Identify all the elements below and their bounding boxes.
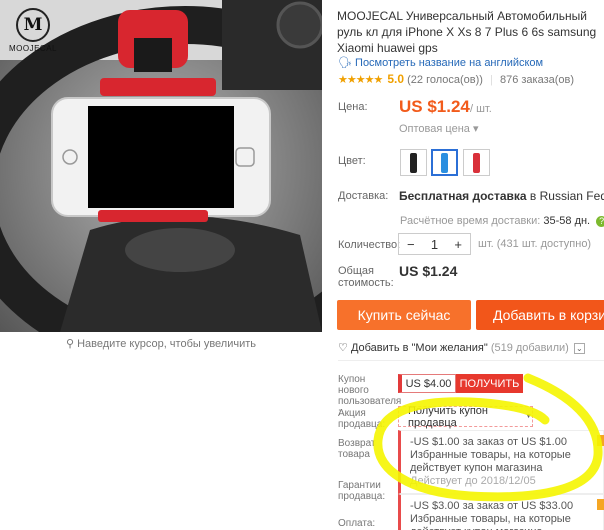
coupon-offer-desc: Избранные товары, на которые действует к…	[410, 513, 571, 530]
new-user-coupon-amount: US $4.00	[398, 374, 456, 393]
shipping-destination: в Russian Federation слу	[529, 189, 604, 203]
total-value: US $1.24	[399, 263, 458, 279]
phone-holder-thumbnail-icon	[441, 152, 448, 173]
zoom-hint: ⚲ Наведите курсор, чтобы увеличить	[0, 337, 322, 350]
add-to-cart-button[interactable]: Добавить в корзину	[476, 300, 604, 330]
shipping-value[interactable]: Бесплатная доставка в Russian Federation…	[399, 189, 604, 203]
color-label: Цвет:	[338, 155, 366, 167]
votes-link[interactable]: (22 голоса(ов))	[407, 74, 483, 86]
caret-down-icon: ▼	[525, 413, 532, 420]
translate-link-text: Посмотреть название на английском	[355, 57, 544, 69]
wishlist-link[interactable]: ♡ Добавить в "Мои желания" (519 добавили…	[338, 341, 585, 354]
quantity-minus-button[interactable]: −	[399, 237, 423, 252]
product-image[interactable]: M MOOJECAL	[0, 0, 322, 332]
total-label: Общая стоимость:	[338, 265, 394, 289]
price-value: US $1.24	[399, 97, 470, 116]
phone-holder-thumbnail-icon	[410, 152, 417, 173]
logo-text: MOOJECAL	[8, 44, 57, 53]
product-info: MOOJECAL Универсальный Автомобильный рул…	[330, 0, 604, 530]
product-title: MOOJECAL Универсальный Автомобильный рул…	[337, 9, 597, 55]
translate-title-link[interactable]: 🗣 Посмотреть название на английском	[338, 56, 543, 69]
translate-icon: 🗣	[338, 57, 352, 69]
color-option-blue[interactable]	[431, 149, 458, 176]
help-icon[interactable]: ?	[596, 216, 604, 227]
price-unit: / шт.	[470, 103, 492, 115]
rating-score: 5.0	[387, 72, 405, 86]
coupon-offer[interactable]: -US $3.00 за заказ от US $33.00 Избранны…	[398, 494, 604, 530]
delivery-time-value: 35-58 дн.	[543, 215, 591, 227]
price-label: Цена:	[338, 101, 368, 113]
quantity-input[interactable]: 1	[423, 237, 447, 252]
wishlist-text: Добавить в "Мои желания"	[350, 342, 488, 354]
star-rating-icon[interactable]: ★★★★★	[338, 74, 383, 86]
quantity-plus-button[interactable]: +	[446, 237, 470, 252]
delivery-time-label: Расчётное время доставки:	[400, 215, 541, 227]
payment-label: Оплата:	[338, 518, 376, 529]
quantity-available: шт. (431 шт. доступно)	[478, 238, 592, 250]
seller-coupon-dropdown[interactable]: Получить купон продавца ▼	[398, 404, 533, 429]
coupon-offer[interactable]: -US $1.00 за заказ от US $1.00 Избранные…	[398, 430, 604, 494]
phone-holder-thumbnail-icon	[473, 152, 480, 173]
seller-coupon-dropdown-text: Получить купон продавца	[408, 404, 488, 429]
return-label: Возврат товара	[338, 438, 376, 460]
coupon-offer-expiry: Действует до 2018/12/05	[410, 475, 536, 487]
seller-promo-label: Акция продавца:	[338, 408, 386, 430]
logo-letter: M	[23, 15, 43, 35]
rating-row: ★★★★★ 5.0 (22 голоса(ов)) | 876 заказа(о…	[338, 72, 574, 86]
shipping-free: Бесплатная доставка	[399, 189, 527, 203]
heart-icon: ♡	[338, 342, 348, 354]
color-option-red[interactable]	[463, 149, 490, 176]
wholesale-price-dropdown[interactable]: Оптовая цена ▾	[399, 122, 478, 135]
orders-count: 876 заказа(ов)	[499, 74, 575, 86]
logo-ring-icon: M	[16, 8, 50, 42]
quantity-stepper[interactable]: − 1 +	[398, 233, 471, 255]
delivery-time: Расчётное время доставки: 35-58 дн. ?	[400, 215, 604, 227]
coupon-offer-title: -US $1.00 за заказ от US $1.00	[410, 436, 567, 448]
coupon-get-tab[interactable]	[597, 499, 604, 510]
coupon-offer-desc: Избранные товары, на которые действует к…	[410, 449, 571, 474]
buy-now-button[interactable]: Купить сейчас	[337, 300, 471, 330]
rating-separator: |	[490, 74, 493, 86]
divider	[338, 360, 604, 361]
magnifier-icon: ⚲	[65, 338, 75, 350]
wishlist-count: (519 добавили)	[490, 342, 569, 354]
color-option-black[interactable]	[400, 149, 427, 176]
coupon-offer-title: -US $3.00 за заказ от US $33.00	[410, 500, 574, 512]
coupon-get-tab[interactable]	[597, 435, 604, 446]
chevron-down-icon[interactable]: ⌄	[573, 342, 585, 354]
zoom-hint-text: Наведите курсор, чтобы увеличить	[77, 338, 257, 350]
brand-logo: M MOOJECAL	[4, 8, 62, 53]
shipping-label: Доставка:	[338, 190, 389, 202]
warranty-label: Гарантии продавца:	[338, 480, 386, 502]
quantity-label: Количество:	[338, 239, 401, 251]
get-coupon-button[interactable]: ПОЛУЧИТЬ	[456, 374, 523, 393]
